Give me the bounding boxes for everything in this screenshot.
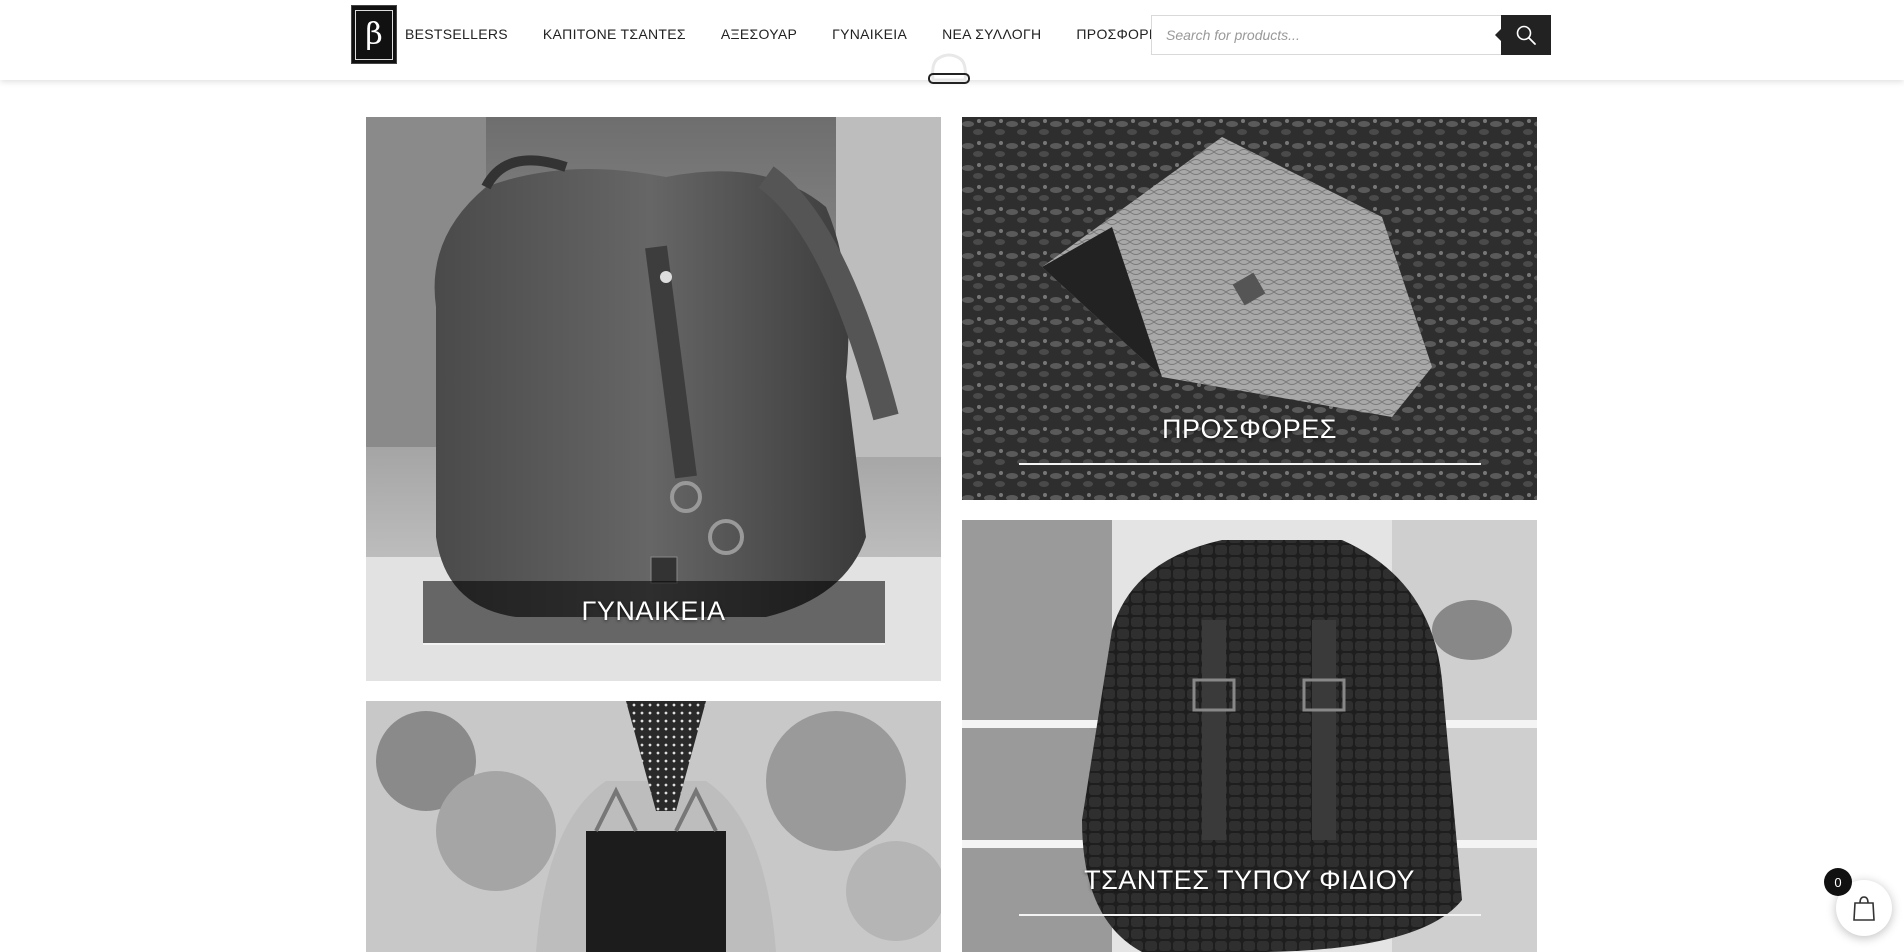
- cart-count-badge: 0: [1824, 868, 1852, 896]
- main-nav: BESTSELLERS ΚΑΠΙΤΟΝΕ ΤΣΑΝΤΕΣ ΑΞΕΣΟΥΑΡ ΓΥ…: [405, 26, 1202, 42]
- bag-outline-icon: [928, 53, 970, 84]
- category-tile-lifestyle[interactable]: [366, 701, 941, 952]
- tile-label: ΓΥΝΑΙΚΕΙΑ: [581, 596, 726, 626]
- woman-with-bag-photo: [366, 701, 941, 952]
- tile-underline: [423, 643, 885, 645]
- category-tile-prosfores[interactable]: ΠΡΟΣΦΟΡΕΣ: [962, 117, 1537, 500]
- search-button[interactable]: [1495, 15, 1551, 55]
- nav-kapitone-tsantes[interactable]: ΚΑΠΙΤΟΝΕ ΤΣΑΝΤΕΣ: [543, 26, 686, 42]
- site-logo[interactable]: β: [351, 5, 397, 64]
- tile-underline: [1019, 914, 1481, 916]
- nav-axesouar[interactable]: ΑΞΕΣΟΥΑΡ: [721, 26, 797, 42]
- logo-letter: β: [355, 9, 393, 60]
- nav-gynaikeia[interactable]: ΓΥΝΑΙΚΕΙΑ: [832, 26, 907, 42]
- tile-label: ΤΣΑΝΤΕΣ ΤΥΠΟΥ ΦΙΔΙΟΥ: [1084, 865, 1415, 895]
- search-form: [1151, 15, 1551, 55]
- nav-nea-syllogi[interactable]: ΝΕΑ ΣΥΛΛΟΓΗ: [942, 26, 1041, 42]
- nav-bestsellers[interactable]: BESTSELLERS: [405, 26, 508, 42]
- tile-underline: [1019, 463, 1481, 465]
- search-icon: [1516, 25, 1536, 45]
- search-input[interactable]: [1152, 16, 1502, 54]
- tile-label: ΠΡΟΣΦΟΡΕΣ: [1162, 414, 1337, 444]
- category-tile-gynaikeia[interactable]: ΓΥΝΑΙΚΕΙΑ: [366, 117, 941, 681]
- category-tile-tsantes-typou-fidiou[interactable]: ΤΣΑΝΤΕΣ ΤΥΠΟΥ ΦΙΔΙΟΥ: [962, 520, 1537, 952]
- shopping-bag-icon: [1853, 896, 1875, 921]
